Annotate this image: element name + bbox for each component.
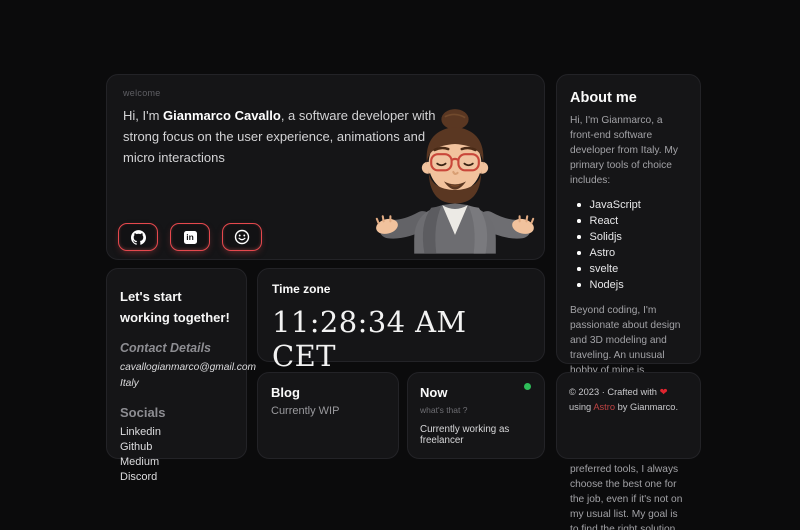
contact-title: Let's start working together! [120, 286, 233, 328]
socials-heading: Socials [120, 405, 233, 420]
blog-card: Blog Currently WIP [257, 372, 399, 459]
footer-middle: using [569, 402, 591, 412]
timezone-card: Time zone 11:28:34 AM CET [257, 268, 545, 362]
social-buttons-row: in [118, 223, 262, 251]
about-paragraph: While I have some preferred tools, I alw… [570, 447, 687, 530]
tool-item: Nodejs [577, 277, 687, 293]
linkedin-social-button[interactable]: in [170, 223, 210, 251]
tool-item: Astro [577, 245, 687, 261]
tool-item: JavaScript [577, 197, 687, 213]
footer-prefix: © 2023 · Crafted with [569, 387, 657, 397]
now-hint[interactable]: what's that ? [420, 405, 532, 415]
heart-icon: ❤ [660, 387, 668, 397]
blog-title: Blog [271, 385, 385, 400]
welcome-card: welcome Hi, I'm Gianmarco Cavallo, a sof… [106, 74, 545, 260]
smiley-social-button[interactable] [222, 223, 262, 251]
bullet-icon [577, 219, 581, 223]
tool-item: Solidjs [577, 229, 687, 245]
socials-links: Linkedin Github Medium Discord [120, 425, 233, 485]
clock-display: 11:28:34 AM CET [272, 305, 530, 373]
social-link-medium[interactable]: Medium [120, 455, 233, 470]
social-link-github[interactable]: Github [120, 440, 233, 455]
memoji-avatar [370, 89, 540, 260]
linkedin-icon: in [184, 231, 197, 244]
footer-text: © 2023 · Crafted with ❤ using Astro by G… [569, 385, 688, 414]
bullet-icon [577, 251, 581, 255]
astro-link[interactable]: Astro [593, 402, 615, 412]
github-icon [131, 230, 146, 245]
blog-status: Currently WIP [271, 405, 385, 417]
now-title: Now [420, 385, 532, 400]
bullet-icon [577, 267, 581, 271]
about-card: About me Hi, I'm Gianmarco, a front-end … [556, 74, 701, 364]
about-intro: Hi, I'm Gianmarco, a front-end software … [570, 113, 687, 188]
tool-item: svelte [577, 261, 687, 277]
smiley-icon [234, 229, 250, 245]
contact-location: Italy [120, 376, 233, 392]
about-title: About me [570, 90, 687, 106]
tools-list: JavaScript React Solidjs Astro svelte No… [570, 197, 687, 293]
contact-card: Let's start working together! Contact De… [106, 268, 247, 459]
contact-details-heading: Contact Details [120, 341, 233, 355]
tool-item: React [577, 213, 687, 229]
bullet-icon [577, 283, 581, 287]
social-link-discord[interactable]: Discord [120, 470, 233, 485]
footer-suffix: by Gianmarco. [618, 402, 678, 412]
now-status: Currently working as freelancer [420, 424, 532, 446]
contact-email[interactable]: cavallogianmarco@gmail.com [120, 360, 233, 376]
social-link-linkedin[interactable]: Linkedin [120, 425, 233, 440]
timezone-title: Time zone [272, 282, 530, 296]
now-card: Now what's that ? Currently working as f… [407, 372, 545, 459]
footer-card: © 2023 · Crafted with ❤ using Astro by G… [556, 372, 701, 459]
status-indicator-dot [524, 383, 531, 390]
intro-prefix: Hi, I'm [123, 108, 163, 123]
portfolio-page: welcome Hi, I'm Gianmarco Cavallo, a sof… [0, 0, 800, 530]
author-name: Gianmarco Cavallo [163, 108, 281, 123]
github-social-button[interactable] [118, 223, 158, 251]
bullet-icon [577, 235, 581, 239]
bullet-icon [577, 203, 581, 207]
